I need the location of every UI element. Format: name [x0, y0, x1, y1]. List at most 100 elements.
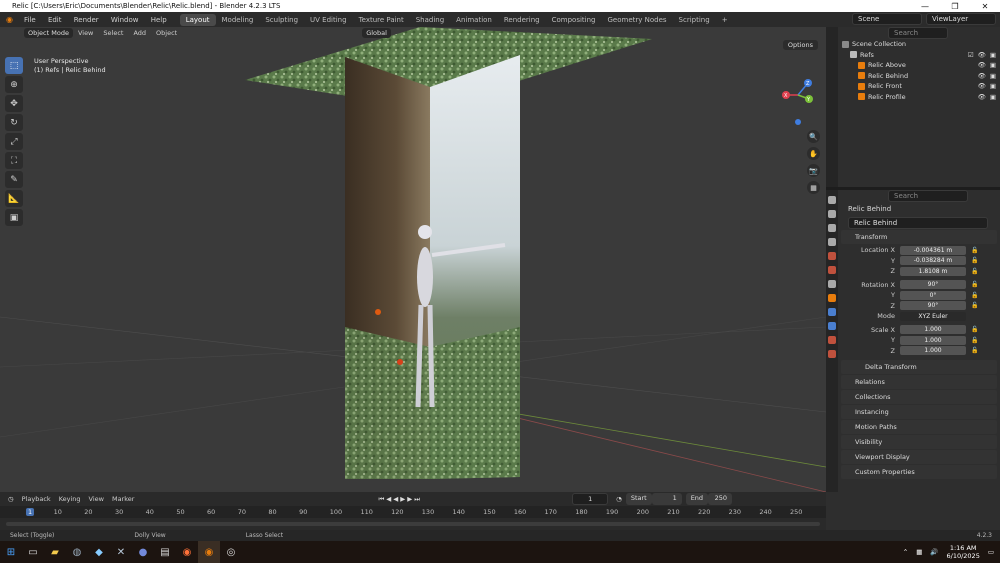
- rotation-z-field[interactable]: 90°: [900, 301, 966, 311]
- location-x-field[interactable]: -0.004361 m: [900, 245, 966, 255]
- camera-icon[interactable]: ▣: [990, 72, 996, 80]
- zoom-icon[interactable]: 🔍: [807, 130, 820, 143]
- options-dropdown[interactable]: Options: [782, 40, 818, 50]
- lock-icon[interactable]: 🔓: [971, 247, 978, 254]
- discord-icon[interactable]: ●: [132, 541, 154, 563]
- rotation-x-field[interactable]: 90°: [900, 280, 966, 290]
- blender-taskbar-icon[interactable]: ◉: [198, 541, 220, 563]
- measure-tool[interactable]: 📐: [5, 190, 23, 207]
- lock-icon[interactable]: 🔓: [971, 326, 978, 333]
- network-icon[interactable]: ▦: [916, 548, 922, 556]
- collection-row-refs[interactable]: Refs ☑ 👁 ▣: [838, 50, 1000, 61]
- tab-animation[interactable]: Animation: [450, 14, 498, 26]
- timeline-menu-marker[interactable]: Marker: [108, 495, 138, 503]
- tab-uv-editing[interactable]: UV Editing: [304, 14, 353, 26]
- frame-ruler[interactable]: 1 10 20 30 40 50 60 70 80 90 100 110 120 130 140 150 160…: [0, 506, 826, 518]
- calculator-icon[interactable]: ▤: [154, 541, 176, 563]
- navigation-gizmo[interactable]: X Z Y: [778, 65, 818, 125]
- blender-logo-icon[interactable]: ◉: [6, 15, 13, 24]
- menu-window[interactable]: Window: [106, 16, 144, 24]
- location-z-field[interactable]: 1.8108 m: [900, 266, 966, 276]
- menu-render[interactable]: Render: [69, 16, 104, 24]
- viewport-menu-select[interactable]: Select: [98, 29, 128, 37]
- lock-icon[interactable]: 🔓: [971, 302, 978, 309]
- editor-type-icon[interactable]: ◷: [8, 495, 14, 503]
- move-tool[interactable]: ✥: [5, 95, 23, 112]
- panel-transform[interactable]: Transform: [841, 230, 997, 244]
- lock-icon[interactable]: 🔓: [971, 281, 978, 288]
- world-tab-icon[interactable]: [828, 266, 836, 274]
- lock-icon[interactable]: 🔓: [971, 257, 978, 264]
- camera-icon[interactable]: 📷: [807, 164, 820, 177]
- outliner-item[interactable]: Relic Above 👁 ▣: [838, 60, 1000, 71]
- steam-icon[interactable]: ◍: [66, 541, 88, 563]
- timeline-scrollbar[interactable]: [6, 522, 820, 526]
- tab-texture-paint[interactable]: Texture Paint: [353, 14, 410, 26]
- checkbox-icon[interactable]: ☑: [968, 51, 974, 59]
- rotation-y-field[interactable]: 0°: [900, 290, 966, 300]
- clock[interactable]: 1:16 AM 6/10/2025: [947, 544, 980, 560]
- orientation-dropdown[interactable]: Global: [362, 28, 391, 38]
- panel-relations[interactable]: Relations: [841, 375, 997, 389]
- tab-layout[interactable]: Layout: [179, 13, 216, 26]
- annotate-tool[interactable]: ✎: [5, 171, 23, 188]
- object-tab-icon[interactable]: [828, 294, 836, 302]
- lock-icon[interactable]: 🔓: [971, 347, 978, 354]
- render-tab-icon[interactable]: [828, 210, 836, 218]
- app-icon[interactable]: ◆: [88, 541, 110, 563]
- volume-icon[interactable]: 🔊: [930, 548, 938, 556]
- file-explorer-icon[interactable]: ▰: [44, 541, 66, 563]
- maximize-button[interactable]: ❐: [940, 2, 970, 11]
- constraint-tab-icon[interactable]: [828, 336, 836, 344]
- rotate-tool[interactable]: ↻: [5, 114, 23, 131]
- end-frame-field[interactable]: 250: [708, 493, 733, 505]
- camera-icon[interactable]: ▣: [990, 61, 996, 69]
- menu-help[interactable]: Help: [146, 16, 172, 24]
- panel-custom-properties[interactable]: Custom Properties: [841, 465, 997, 479]
- tool-tab-icon[interactable]: [828, 196, 836, 204]
- eye-icon[interactable]: 👁: [978, 72, 986, 80]
- tab-geometry-nodes[interactable]: Geometry Nodes: [602, 14, 673, 26]
- viewport-menu-add[interactable]: Add: [128, 29, 151, 37]
- subpanel-delta-transform[interactable]: Delta Transform: [841, 360, 997, 374]
- panel-instancing[interactable]: Instancing: [841, 405, 997, 419]
- location-y-field[interactable]: -0.038284 m: [900, 256, 966, 266]
- scene-collection-row[interactable]: Scene Collection: [838, 39, 1000, 50]
- app-icon[interactable]: ✕: [110, 541, 132, 563]
- properties-search-input[interactable]: Search: [888, 190, 968, 202]
- scene-tab-icon[interactable]: [828, 252, 836, 260]
- viewlayer-selector[interactable]: ViewLayer: [926, 13, 996, 25]
- minimize-button[interactable]: —: [910, 2, 940, 11]
- notification-icon[interactable]: ▭: [988, 548, 994, 556]
- panel-viewport-display[interactable]: Viewport Display: [841, 450, 997, 464]
- lock-icon[interactable]: 🔓: [971, 268, 978, 275]
- scale-x-field[interactable]: 1.000: [900, 325, 966, 335]
- pan-hand-icon[interactable]: ✋: [807, 147, 820, 160]
- tab-scripting[interactable]: Scripting: [673, 14, 716, 26]
- timeline-menu-view[interactable]: View: [85, 495, 108, 503]
- lock-icon[interactable]: 🔓: [971, 337, 978, 344]
- start-frame-field[interactable]: 1: [651, 493, 682, 505]
- 3d-viewport[interactable]: Object Mode View Select Add Object Globa…: [0, 27, 826, 492]
- viewport-menu-view[interactable]: View: [73, 29, 98, 37]
- object-name-field[interactable]: Relic Behind: [848, 217, 988, 229]
- menu-edit[interactable]: Edit: [43, 16, 67, 24]
- add-workspace-button[interactable]: +: [716, 14, 734, 26]
- scale-z-field[interactable]: 1.000: [900, 346, 966, 356]
- lock-icon[interactable]: 🔓: [971, 292, 978, 299]
- outliner-item[interactable]: Relic Behind 👁 ▣: [838, 71, 1000, 82]
- output-tab-icon[interactable]: [828, 224, 836, 232]
- eye-icon[interactable]: 👁: [978, 51, 986, 59]
- scale-y-field[interactable]: 1.000: [900, 335, 966, 345]
- eye-icon[interactable]: 👁: [978, 93, 986, 101]
- panel-motion-paths[interactable]: Motion Paths: [841, 420, 997, 434]
- task-view-icon[interactable]: ▭: [22, 541, 44, 563]
- add-cube-tool[interactable]: ▣: [5, 209, 23, 226]
- view-layer-tab-icon[interactable]: [828, 238, 836, 246]
- close-button[interactable]: ✕: [970, 2, 1000, 11]
- tab-compositing[interactable]: Compositing: [546, 14, 602, 26]
- eye-icon[interactable]: 👁: [978, 61, 986, 69]
- windows-start-icon[interactable]: ⊞: [0, 541, 22, 563]
- timeline-menu-keying[interactable]: Keying: [55, 495, 85, 503]
- timeline-menu-playback[interactable]: Playback: [18, 495, 55, 503]
